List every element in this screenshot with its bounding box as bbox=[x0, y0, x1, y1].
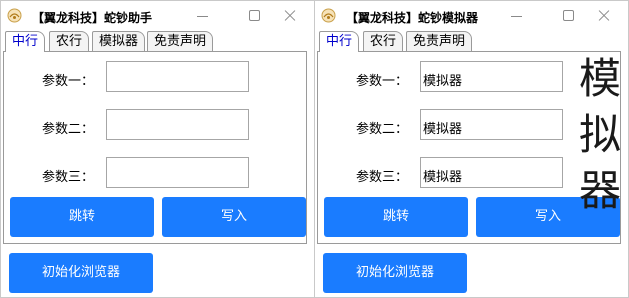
maximize-icon[interactable] bbox=[244, 5, 266, 27]
dragon-logo-icon bbox=[321, 8, 336, 23]
close-icon[interactable] bbox=[593, 5, 615, 27]
minimize-icon[interactable] bbox=[506, 5, 528, 27]
param3-field[interactable]: 模拟器 bbox=[420, 157, 563, 188]
banner-char: 器 bbox=[578, 166, 621, 215]
param2-label: 参数二： bbox=[42, 122, 95, 137]
minimize-icon[interactable] bbox=[192, 5, 214, 27]
tab-simulator[interactable]: 模拟器 bbox=[92, 31, 146, 51]
simulator-window: 【翼龙科技】蛇钞模拟器 中行 农行 免责声明 参数一： 模拟器 参数二： 模拟器… bbox=[314, 0, 629, 298]
param2-label: 参数二： bbox=[356, 122, 409, 137]
tab-bank-of-china[interactable]: 中行 bbox=[5, 31, 46, 52]
tab-agricultural-bank[interactable]: 农行 bbox=[363, 31, 404, 51]
param1-field[interactable]: 模拟器 bbox=[420, 61, 563, 92]
title-bar[interactable]: 【翼龙科技】蛇钞模拟器 bbox=[315, 1, 628, 31]
tab-agricultural-bank[interactable]: 农行 bbox=[49, 31, 90, 51]
tab-panel: 参数一： 参数二： 参数三： 跳转 写入 bbox=[3, 51, 307, 244]
simulator-banner: 模 拟 器 bbox=[571, 51, 629, 219]
param2-field[interactable] bbox=[106, 109, 249, 140]
write-button[interactable]: 写入 bbox=[162, 197, 306, 237]
banner-char: 拟 bbox=[578, 110, 621, 159]
close-icon[interactable] bbox=[279, 5, 301, 27]
title-bar[interactable]: 【翼龙科技】蛇钞助手 bbox=[1, 1, 314, 31]
tab-disclaimer[interactable]: 免责声明 bbox=[147, 31, 214, 51]
helper-window: 【翼龙科技】蛇钞助手 中行 农行 模拟器 免责声明 参数一： 参数二： 参数三：… bbox=[0, 0, 315, 298]
tab-bank-of-china[interactable]: 中行 bbox=[319, 31, 360, 52]
jump-button[interactable]: 跳转 bbox=[10, 197, 154, 237]
param3-field[interactable] bbox=[106, 157, 249, 188]
tab-disclaimer[interactable]: 免责声明 bbox=[406, 31, 473, 51]
jump-button[interactable]: 跳转 bbox=[324, 197, 468, 237]
param3-label: 参数三： bbox=[42, 170, 95, 185]
init-browser-button[interactable]: 初始化浏览器 bbox=[9, 253, 153, 293]
param1-label: 参数一： bbox=[356, 74, 409, 89]
window-title: 【翼龙科技】蛇钞模拟器 bbox=[346, 11, 479, 25]
param2-field[interactable]: 模拟器 bbox=[420, 109, 563, 140]
init-browser-button[interactable]: 初始化浏览器 bbox=[323, 253, 467, 293]
maximize-icon[interactable] bbox=[558, 5, 580, 27]
window-title: 【翼龙科技】蛇钞助手 bbox=[32, 11, 153, 25]
banner-char: 模 bbox=[578, 54, 621, 103]
param3-label: 参数三： bbox=[356, 170, 409, 185]
param1-field[interactable] bbox=[106, 61, 249, 92]
dragon-logo-icon bbox=[7, 8, 22, 23]
param1-label: 参数一： bbox=[42, 74, 95, 89]
